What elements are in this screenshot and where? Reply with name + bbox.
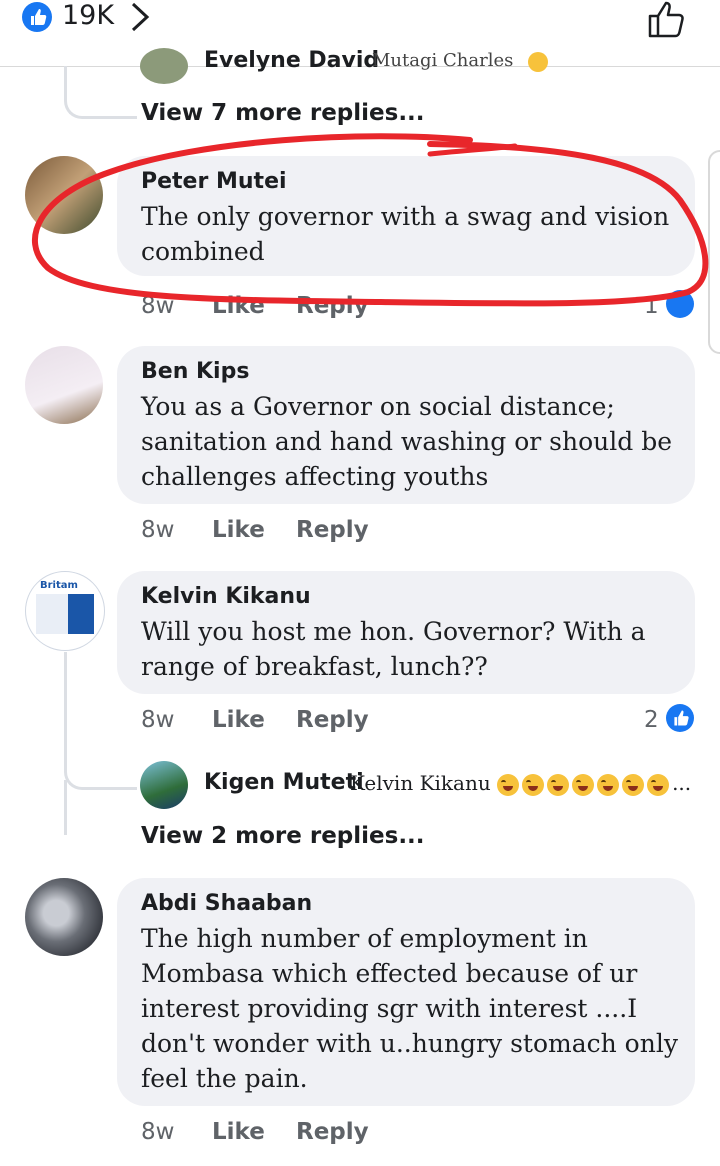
comment-line: interest providing sgr with interest ...… <box>141 994 638 1023</box>
thread-line <box>64 780 67 835</box>
avatar[interactable] <box>140 761 188 809</box>
red-annotation <box>31 133 709 307</box>
reply-text: Kelvin Kikanu ... <box>350 771 691 796</box>
avatar[interactable] <box>25 346 103 424</box>
view-more-replies[interactable]: View 2 more replies... <box>141 823 425 849</box>
comment-author[interactable]: Abdi Shaaban <box>141 891 312 916</box>
comment-time: 8w <box>141 517 175 543</box>
reply-ellipsis: ... <box>672 771 692 795</box>
like-icon <box>666 704 694 732</box>
like-button[interactable]: Like <box>212 517 265 543</box>
comment-line: range of breakfast, lunch?? <box>141 652 488 681</box>
reply-button[interactable]: Reply <box>296 1119 369 1145</box>
comment-author[interactable]: Ben Kips <box>141 359 249 384</box>
comment-line: Mombasa which effected because of ur <box>141 959 638 988</box>
comment-line: Will you host me hon. Governor? With a <box>141 617 646 646</box>
reply-button[interactable]: Reply <box>296 707 369 733</box>
reply-mention[interactable]: Kelvin Kikanu <box>350 771 491 795</box>
comment-line: challenges affecting youths <box>141 462 489 491</box>
reply-button[interactable]: Reply <box>296 517 369 543</box>
reaction-count[interactable]: 2 <box>644 707 659 733</box>
comment-line: don't wonder with u..hungry stomach only <box>141 1029 678 1058</box>
like-button[interactable]: Like <box>212 1119 265 1145</box>
avatar-brand-text: Britam <box>40 580 78 591</box>
avatar[interactable]: Britam <box>25 571 105 651</box>
comment-author[interactable]: Kelvin Kikanu <box>141 584 311 609</box>
like-button[interactable]: Like <box>212 707 265 733</box>
avatar[interactable] <box>25 878 103 956</box>
comment-line: The high number of employment in <box>141 924 588 953</box>
comment-time: 8w <box>141 1119 175 1145</box>
comment-line: feel the pain. <box>141 1064 308 1093</box>
reply-author[interactable]: Kigen Muteti <box>204 770 364 795</box>
laughing-emoji-icon <box>497 771 672 796</box>
comment-time: 8w <box>141 707 175 733</box>
comment-line: sanitation and hand washing or should be <box>141 427 672 456</box>
comment-line: You as a Governor on social distance; <box>141 392 615 421</box>
